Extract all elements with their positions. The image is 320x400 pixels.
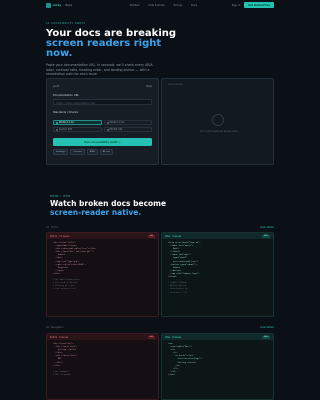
section-title-line2: screen-reader native. [50,208,142,217]
brand-logo[interactable]: a11y · docs [46,2,73,8]
url-input[interactable]: https://docs.yourproduct.com [53,99,152,105]
chip-aria[interactable]: ARIA [86,149,98,155]
get-started-button[interactable]: Get started free [244,2,274,8]
pair-header: 01 · Forms View details [46,226,274,229]
hero: AI ACCESSIBILITY AUDITS Your docs are br… [46,22,186,77]
option-label: EN 301 549 [109,128,123,131]
hero-title: Your docs are breaking screen readers ri… [46,29,186,59]
after-title: After · 0 issues [165,335,182,339]
after-title: After · 0 issues [165,234,182,238]
top-nav: a11y · docs Product How it works Pricing… [0,0,320,10]
view-details-link[interactable]: View details [260,226,274,229]
radio-icon [106,121,109,124]
hero-lede: Paste your documentation URL. In seconds… [46,63,153,76]
nav-links: Product How it works Pricing Docs [130,4,197,7]
preview-empty-text: Your audit results will appear here [199,130,238,133]
audit-form-header: Audit Beta [53,85,152,88]
code-lines: <form aria-label="Sign up"> <label for="… [162,239,273,298]
pair-title: 02 · Navigation [46,326,64,329]
option-label: Section 508 [59,128,72,131]
code-line: × Not focusable [53,373,72,376]
section-title: Watch broken docs become screen-reader n… [50,199,200,217]
empty-state-icon [212,114,224,126]
section-title-line1: Watch broken docs become [50,199,167,208]
brand-sub: · docs [63,3,73,7]
check-chips: Headings Contrast ARIA Alt text [53,149,152,155]
audit-form-panel: Audit Beta Documentation URL https://doc… [46,78,159,165]
brand-mark-icon [46,2,51,8]
radio-icon [56,121,58,124]
before-code-panel: Before · 9 issues FAIL <div class="nav">… [46,333,159,400]
hero-title-line2: screen readers right now. [46,38,162,59]
audit-form-badge: Beta [146,85,152,88]
option-label: WCAG 2.1 AA [59,121,74,124]
option-wcag21[interactable]: WCAG 2.1 AA [53,120,102,125]
nav-link-product[interactable]: Product [130,4,140,7]
brand-name: a11y [53,3,62,7]
preview-header: Live preview [168,83,183,86]
signin-link[interactable]: Sign in [232,4,241,7]
pass-badge: PASS [262,234,270,238]
fail-badge: FAIL [148,234,155,238]
pair-header: 02 · Navigation View details [46,326,274,329]
results-preview-panel: Live preview Your audit results will app… [161,78,274,165]
nav-link-docs[interactable]: Docs [191,4,197,7]
code-lines: <nav aria-label="Docs"> <ul> <li> <a hre… [162,340,273,380]
standards-options: WCAG 2.1 AA WCAG 2.2 AA Section 508 EN 3… [53,120,152,132]
before-title: Before · 13 issues [50,234,70,238]
radio-icon [56,128,58,131]
audit-form-title: Audit [53,85,60,88]
option-section508[interactable]: Section 508 [53,127,102,132]
option-label: WCAG 2.2 AA [109,121,125,124]
fail-badge: FAIL [148,335,155,339]
nav-actions: Sign in Get started free [232,2,274,8]
checks-label: Standards / Checks [53,111,79,114]
chip-alt-text[interactable]: Alt text [99,149,113,155]
before-code-panel: Before · 13 issues FAIL <div class="fiel… [46,232,159,317]
after-code-panel: After · 0 issues PASS <form aria-label="… [161,232,274,317]
view-details-link[interactable]: View details [260,326,274,329]
option-wcag22[interactable]: WCAG 2.2 AA [103,120,152,125]
radio-icon [106,128,109,131]
code-line: ✓ Contrast 7.2:1 [168,291,188,294]
code-line: × Low contrast text [53,288,76,291]
code-lines: <div class="nav"> <div class="item"> Get… [47,340,158,380]
before-title: Before · 9 issues [50,335,69,339]
hero-eyebrow: AI ACCESSIBILITY AUDITS [46,22,86,25]
url-label: Documentation URL [53,94,79,97]
code-lines: <div class="field"> <span>Email</span> <… [47,239,158,295]
run-audit-button[interactable]: Run accessibility audit → [53,138,152,146]
option-en301549[interactable]: EN 301 549 [103,127,152,132]
chip-headings[interactable]: Headings [53,149,69,155]
nav-link-pricing[interactable]: Pricing [174,4,182,7]
section-eyebrow: BEFORE / AFTER [50,195,71,198]
after-code-panel: After · 0 issues PASS <nav aria-label="D… [161,333,274,400]
code-line: </nav> [168,373,176,376]
pair-title: 01 · Forms [46,226,59,229]
chip-contrast[interactable]: Contrast [70,149,85,155]
nav-link-how-it-works[interactable]: How it works [149,4,165,7]
pass-badge: PASS [262,335,270,339]
